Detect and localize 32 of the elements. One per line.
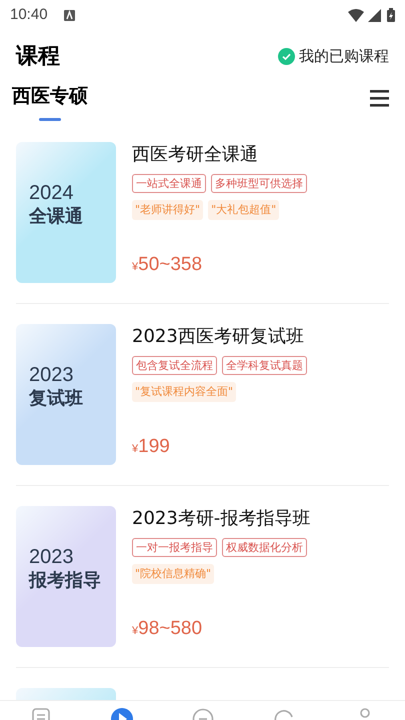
review-tag: "大礼包超值" — [208, 200, 280, 220]
review-tag: "院校信息精确" — [132, 564, 214, 584]
cover-year: 2024 — [29, 180, 74, 206]
feature-tag: 多种班型可供选择 — [211, 174, 307, 193]
check-icon — [278, 48, 295, 64]
course-title: 西医考研全课通 — [132, 144, 259, 166]
purchased-courses-link[interactable]: 我的已购课程 — [278, 44, 389, 68]
page-title: 课程 — [16, 42, 60, 70]
cover-year: 2023 — [29, 362, 74, 388]
feature-tag: 权威数据化分析 — [222, 538, 307, 557]
wifi-icon — [348, 8, 364, 22]
course-title: 2023考研-报考指导班 — [132, 508, 310, 530]
status-time: 10:40 — [10, 4, 48, 25]
menu-icon[interactable] — [370, 90, 389, 107]
notification-icon — [64, 10, 75, 20]
feature-tag: 一对一报考指导 — [132, 538, 217, 557]
review-tag: "复试课程内容全面" — [132, 382, 236, 402]
battery-icon — [387, 8, 395, 22]
course-price: ¥50~358 — [132, 252, 204, 276]
cover-title: 全课通 — [29, 206, 84, 228]
feature-tag: 全学科复试真题 — [222, 356, 307, 375]
course-price: ¥199 — [132, 434, 171, 458]
cover-year: 2023 — [29, 544, 74, 570]
review-tag: "老师讲得好" — [132, 200, 204, 220]
course-price: ¥98~580 — [132, 616, 204, 640]
category-tab[interactable]: 西医专硕 — [12, 82, 88, 120]
feature-tag: 包含复试全流程 — [132, 356, 217, 375]
course-title: 2023西医考研复试班 — [132, 326, 305, 348]
cover-title: 复试班 — [29, 388, 84, 410]
signal-icon — [368, 8, 381, 22]
cover-title: 报考指导 — [29, 570, 102, 592]
feature-tag: 一站式全课通 — [132, 174, 206, 193]
